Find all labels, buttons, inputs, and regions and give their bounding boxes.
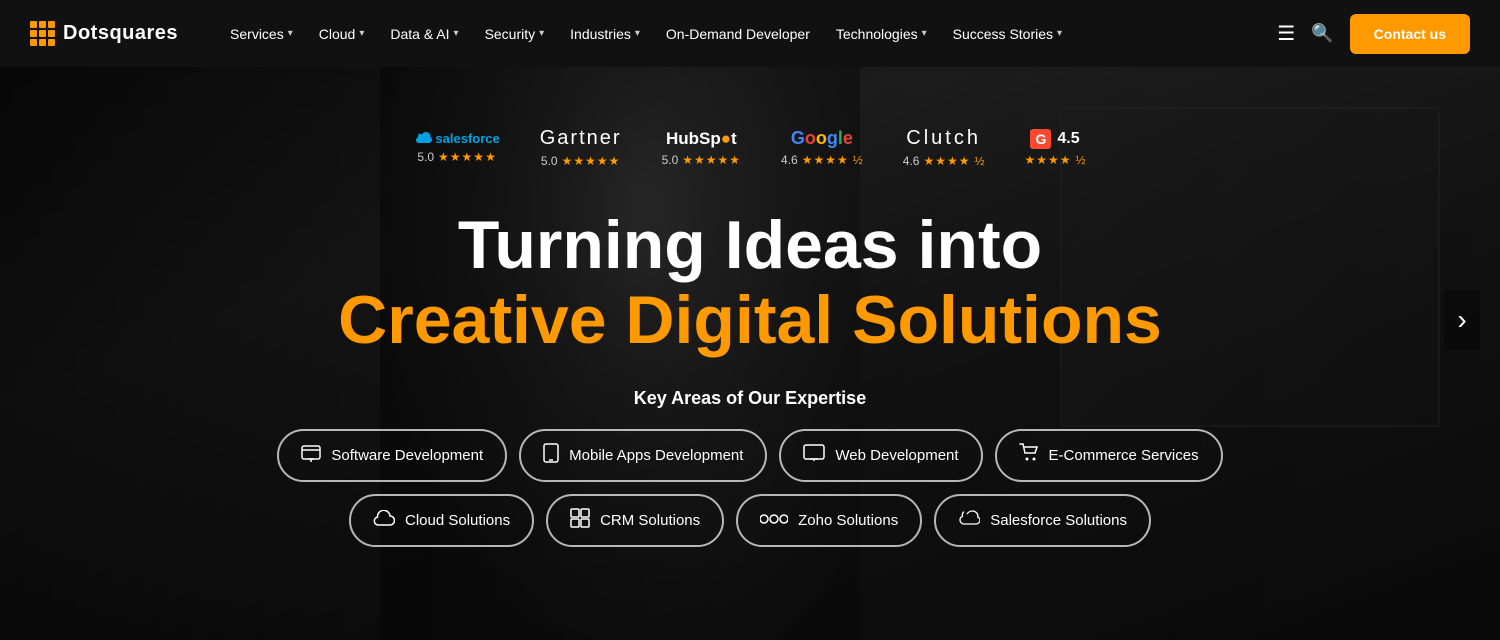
nav-actions: ☰ 🔍 Contact us [1277, 14, 1470, 54]
ecommerce-label: E-Commerce Services [1049, 447, 1199, 464]
chevron-down-icon: ▾ [454, 28, 459, 39]
nav-item-services[interactable]: Services ▾ [218, 18, 305, 50]
pill-crm[interactable]: CRM Solutions [546, 494, 724, 547]
pill-web-dev[interactable]: Web Development [779, 429, 982, 482]
salesforce-label: Salesforce Solutions [990, 512, 1127, 529]
scroll-right-arrow[interactable]: › [1444, 290, 1480, 350]
key-areas-label: Key Areas of Our Expertise [634, 388, 866, 409]
software-dev-icon [301, 443, 321, 468]
pill-software-dev[interactable]: Software Development [277, 429, 507, 482]
logo[interactable]: Dotsquares [30, 21, 178, 46]
nav-item-technologies[interactable]: Technologies ▾ [824, 18, 939, 50]
salesforce-pill-icon [958, 510, 980, 531]
heading-line2: Creative Digital Solutions [338, 283, 1162, 358]
logo-grid-icon [30, 21, 55, 46]
software-dev-label: Software Development [331, 447, 483, 464]
nav-item-success-stories[interactable]: Success Stories ▾ [941, 18, 1074, 50]
nav-links: Services ▾ Cloud ▾ Data & AI ▾ Security … [218, 18, 1277, 50]
gartner-rating: Gartner 5.0 ★★★★★ [540, 127, 622, 168]
crm-icon [570, 508, 590, 533]
salesforce-cloud-icon [414, 132, 432, 146]
nav-item-security[interactable]: Security ▾ [473, 18, 557, 50]
navbar: Dotsquares Services ▾ Cloud ▾ Data & AI … [0, 0, 1500, 67]
web-dev-label: Web Development [835, 447, 958, 464]
pill-zoho[interactable]: Zoho Solutions [736, 494, 922, 547]
g2-logo: G [1030, 129, 1051, 149]
heading-line1: Turning Ideas into [338, 208, 1162, 283]
pills-row-1: Software Development Mobile Apps Develop… [277, 429, 1222, 482]
chevron-down-icon: ▾ [1057, 28, 1062, 39]
mobile-apps-icon [543, 443, 559, 468]
nav-item-industries[interactable]: Industries ▾ [558, 18, 652, 50]
chevron-down-icon: ▾ [288, 28, 293, 39]
hamburger-icon[interactable]: ☰ [1277, 21, 1295, 46]
pills-row-2: Cloud Solutions CRM Solutions Zoho Solut… [349, 494, 1151, 547]
clutch-rating: Clutch 4.6 ★★★★½ [903, 127, 985, 168]
nav-item-cloud[interactable]: Cloud ▾ [307, 18, 377, 50]
contact-button[interactable]: Contact us [1350, 14, 1470, 54]
chevron-down-icon: ▾ [922, 28, 927, 39]
nav-item-ondemand[interactable]: On-Demand Developer [654, 18, 822, 50]
zoho-icon [760, 510, 788, 531]
hero-heading: Turning Ideas into Creative Digital Solu… [338, 208, 1162, 358]
zoho-label: Zoho Solutions [798, 512, 898, 529]
ratings-row: salesforce 5.0 ★★★★★ Gartner 5.0 ★★★★★ H… [414, 127, 1085, 168]
nav-item-data-ai[interactable]: Data & AI ▾ [378, 18, 470, 50]
pill-ecommerce[interactable]: E-Commerce Services [995, 429, 1223, 482]
pill-salesforce[interactable]: Salesforce Solutions [934, 494, 1151, 547]
search-icon[interactable]: 🔍 [1311, 23, 1333, 44]
google-rating: Google 4.6 ★★★★½ [781, 128, 863, 167]
chevron-down-icon: ▾ [359, 28, 364, 39]
hubspot-rating: HubSp●t 5.0 ★★★★★ [662, 129, 741, 167]
crm-label: CRM Solutions [600, 512, 700, 529]
cloud-label: Cloud Solutions [405, 512, 510, 529]
ecommerce-icon [1019, 443, 1039, 468]
chevron-down-icon: ▾ [635, 28, 640, 39]
hero-content: salesforce 5.0 ★★★★★ Gartner 5.0 ★★★★★ H… [0, 67, 1500, 559]
web-dev-icon [803, 444, 825, 467]
salesforce-rating: salesforce 5.0 ★★★★★ [414, 131, 499, 164]
logo-text: Dotsquares [63, 22, 178, 45]
g2-rating: G 4.5 ★★★★½ [1025, 129, 1086, 167]
hero-section: salesforce 5.0 ★★★★★ Gartner 5.0 ★★★★★ H… [0, 0, 1500, 640]
pill-cloud[interactable]: Cloud Solutions [349, 494, 534, 547]
chevron-down-icon: ▾ [539, 28, 544, 39]
cloud-icon [373, 510, 395, 531]
pill-mobile-apps[interactable]: Mobile Apps Development [519, 429, 767, 482]
mobile-apps-label: Mobile Apps Development [569, 447, 743, 464]
